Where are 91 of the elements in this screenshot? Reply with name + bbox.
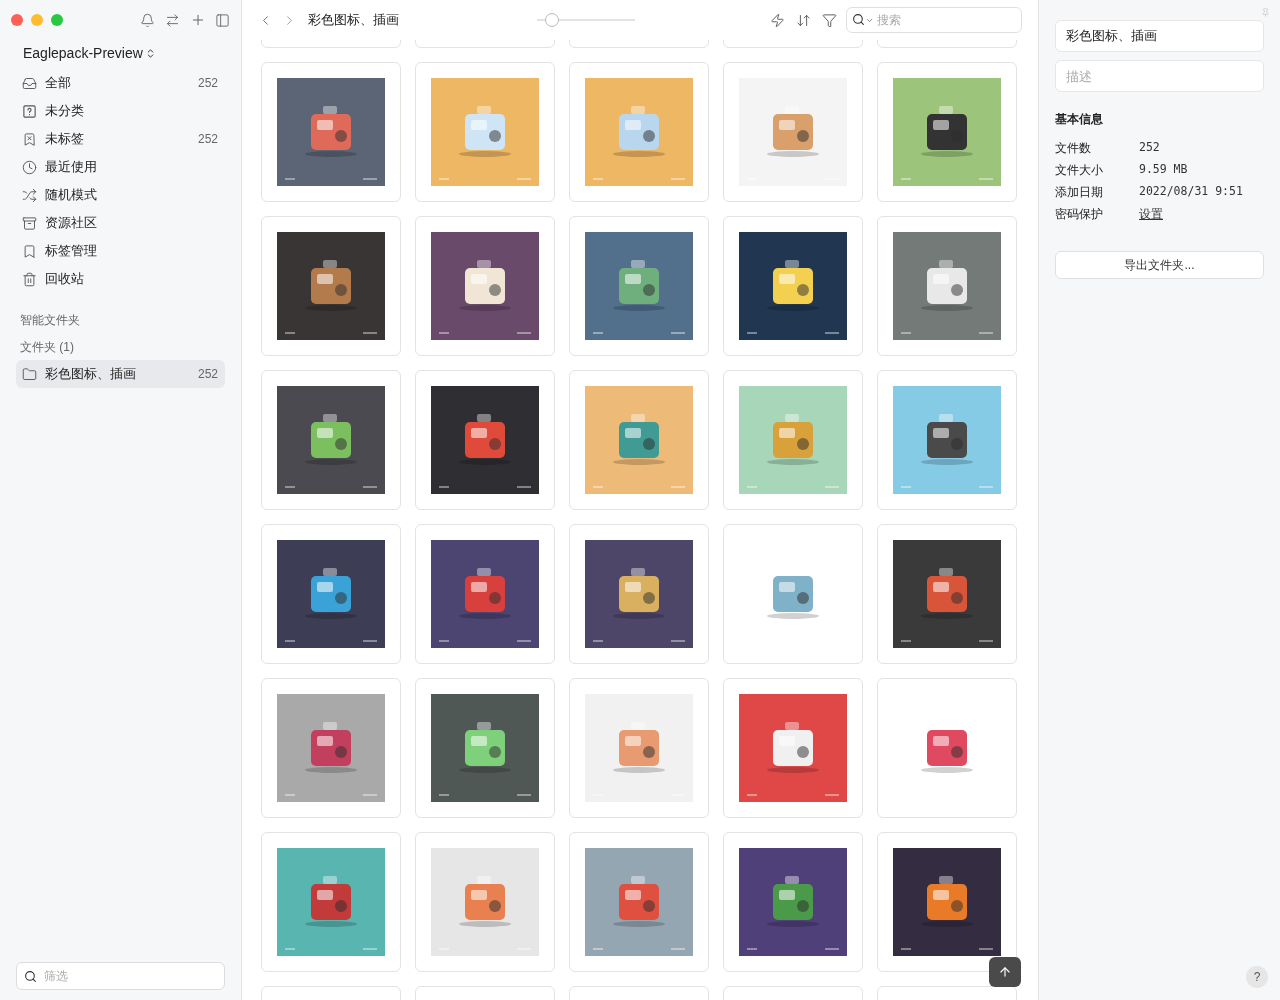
zoom-slider[interactable]	[537, 13, 635, 27]
thumbnail-card[interactable]	[723, 370, 863, 510]
item-label: 全部	[45, 74, 72, 93]
folder-icon	[22, 366, 37, 382]
bookmark-x-icon	[22, 131, 37, 147]
item-count: 252	[197, 366, 218, 383]
thumbnail-card[interactable]	[261, 370, 401, 510]
thumbnail-card[interactable]	[569, 62, 709, 202]
sidebar-item[interactable]: 回收站	[16, 265, 225, 293]
thumbnail-card[interactable]	[261, 678, 401, 818]
thumbnail-card[interactable]	[877, 524, 1017, 664]
info-label: 密码保护	[1055, 206, 1104, 223]
trash-icon	[22, 271, 37, 287]
export-folder-button[interactable]: 导出文件夹...	[1055, 251, 1264, 279]
shuffle-icon	[22, 187, 37, 203]
info-label: 文件大小	[1055, 162, 1104, 179]
thumbnail-card[interactable]	[261, 216, 401, 356]
thumbnail-card[interactable]	[723, 678, 863, 818]
bookmark-icon	[22, 243, 37, 259]
thumbnail-card[interactable]	[723, 216, 863, 356]
thumbnail-card[interactable]	[569, 832, 709, 972]
thumbnail-card[interactable]	[415, 62, 555, 202]
thumbnail-card[interactable]	[415, 832, 555, 972]
thumbnail-card[interactable]	[877, 370, 1017, 510]
caret-icon[interactable]	[865, 16, 874, 25]
item-count: 252	[197, 75, 218, 92]
sidebar-item[interactable]: 资源社区	[16, 209, 225, 237]
section-title: 基本信息	[1055, 111, 1103, 128]
thumbnail-card[interactable]	[877, 678, 1017, 818]
sidebar-item[interactable]: 随机模式	[16, 181, 225, 209]
sidebar-item[interactable]: 标签管理	[16, 237, 225, 265]
thumbnail-card[interactable]	[569, 370, 709, 510]
description-field[interactable]: 描述	[1055, 60, 1264, 92]
clock-icon	[22, 159, 37, 175]
thumbnail-card[interactable]	[569, 216, 709, 356]
item-label: 资源社区	[45, 214, 98, 233]
item-label: 标签管理	[45, 242, 98, 261]
bell-icon[interactable]	[140, 12, 155, 28]
thumbnail-card[interactable]	[261, 524, 401, 664]
archive-icon	[22, 215, 37, 231]
filter-field[interactable]: 筛选	[16, 962, 225, 990]
scroll-to-top-button[interactable]	[989, 957, 1021, 987]
thumbnail-card[interactable]	[877, 216, 1017, 356]
sidebar-item[interactable]: 未标签 252	[16, 125, 225, 153]
info-value: 252	[1139, 139, 1160, 157]
set-password-link[interactable]: 设置	[1139, 205, 1163, 223]
item-label: 随机模式	[45, 186, 98, 205]
item-label: 最近使用	[45, 158, 98, 177]
item-label: 未标签	[45, 130, 85, 149]
add-icon[interactable]	[190, 12, 206, 28]
item-count: 252	[197, 131, 218, 148]
info-label: 文件数	[1055, 140, 1092, 157]
search-icon	[24, 970, 37, 983]
info-value: 9.59 MB	[1139, 161, 1188, 179]
sidebar-item[interactable]: 未分类	[16, 97, 225, 125]
thumbnail-card[interactable]	[415, 524, 555, 664]
thumbnail-card[interactable]	[415, 370, 555, 510]
thumbnail-card[interactable]	[723, 832, 863, 972]
thumbnail-card[interactable]	[569, 678, 709, 818]
thumbnail-card[interactable]	[723, 62, 863, 202]
thumbnail-card[interactable]	[877, 832, 1017, 972]
question-icon	[22, 103, 37, 119]
library-switcher[interactable]: Eaglepack-Preview	[23, 40, 156, 66]
section-heading: 智能文件夹	[20, 312, 80, 329]
lightning-icon[interactable]	[770, 12, 785, 28]
folder-name-field[interactable]: 彩色图标、插画	[1055, 20, 1264, 52]
item-label: 未分类	[45, 102, 85, 121]
swap-icon[interactable]	[165, 12, 180, 28]
sidebar-item[interactable]: 最近使用	[16, 153, 225, 181]
info-label: 添加日期	[1055, 184, 1104, 201]
thumbnail-card[interactable]	[261, 62, 401, 202]
help-button[interactable]: ?	[1246, 966, 1268, 988]
sidebar-item[interactable]: 彩色图标、插画 252	[16, 360, 225, 388]
thumbnail-card[interactable]	[261, 832, 401, 972]
search-field[interactable]: 搜索	[846, 7, 1022, 33]
section-heading: 文件夹 (1)	[20, 339, 74, 356]
filter-icon[interactable]	[822, 12, 837, 28]
search-icon[interactable]	[852, 13, 865, 26]
sidebar-item[interactable]: 全部 252	[16, 69, 225, 97]
sort-icon[interactable]	[796, 12, 811, 28]
thumbnail-card[interactable]	[877, 62, 1017, 202]
info-value: 2022/08/31 9:51	[1139, 183, 1243, 201]
inbox-icon	[22, 75, 37, 91]
thumbnail-card[interactable]	[415, 216, 555, 356]
item-label: 彩色图标、插画	[45, 365, 137, 384]
thumbnail-card[interactable]	[569, 524, 709, 664]
panel-icon[interactable]	[215, 12, 230, 28]
item-label: 回收站	[45, 270, 85, 289]
thumbnail-card[interactable]	[723, 524, 863, 664]
thumbnail-card[interactable]	[415, 678, 555, 818]
breadcrumb: 彩色图标、插画	[308, 11, 399, 30]
